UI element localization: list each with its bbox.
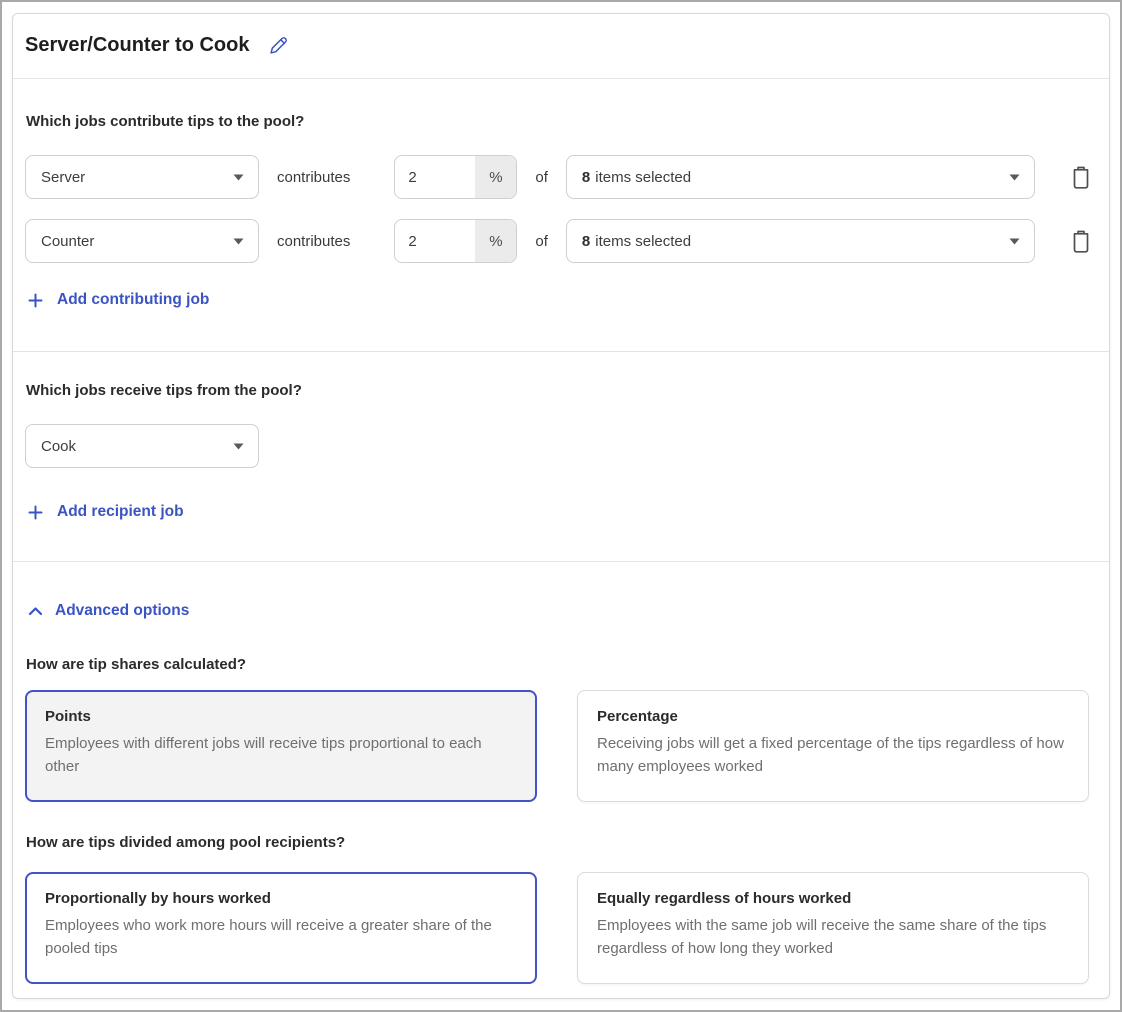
items-selected-value-1: 8items selected bbox=[582, 169, 691, 186]
option-description: Receiving jobs will get a fixed percenta… bbox=[597, 732, 1069, 779]
advanced-options-toggle[interactable]: Advanced options bbox=[28, 602, 189, 620]
of-label: of bbox=[535, 169, 548, 186]
option-description: Employees who work more hours will recei… bbox=[45, 914, 517, 961]
contribution-items-select-2[interactable]: 8items selected bbox=[566, 219, 1035, 263]
card-body: Which jobs contribute tips to the pool? … bbox=[13, 113, 1109, 998]
shares-question: How are tip shares calculated? bbox=[26, 656, 1097, 673]
add-contributing-job-label: Add contributing job bbox=[57, 291, 209, 309]
caret-down-icon bbox=[233, 443, 244, 450]
pencil-icon bbox=[268, 35, 289, 56]
caret-down-icon bbox=[1009, 174, 1020, 181]
option-title: Proportionally by hours worked bbox=[45, 890, 517, 907]
screenshot-frame: Server/Counter to Cook Which jobs contri… bbox=[0, 0, 1122, 1012]
option-card-percentage[interactable]: Percentage Receiving jobs will get a fix… bbox=[577, 690, 1089, 802]
plus-icon bbox=[28, 293, 43, 308]
add-contributing-job-button[interactable]: Add contributing job bbox=[28, 291, 209, 309]
trash-icon bbox=[1070, 229, 1092, 254]
division-option-grid: Proportionally by hours worked Employees… bbox=[25, 872, 1089, 984]
percent-suffix-1: % bbox=[475, 156, 516, 198]
card-header: Server/Counter to Cook bbox=[13, 14, 1109, 79]
contributing-job-value-1: Server bbox=[41, 169, 85, 186]
contribution-percent-input-1[interactable] bbox=[395, 156, 475, 198]
chevron-up-icon bbox=[28, 606, 43, 616]
division-question: How are tips divided among pool recipien… bbox=[26, 834, 1097, 851]
receive-question: Which jobs receive tips from the pool? bbox=[26, 382, 1097, 399]
contributes-label: contributes bbox=[277, 233, 350, 250]
delete-contributing-job-button-1[interactable] bbox=[1065, 160, 1097, 194]
contribution-percent-field-2: % bbox=[394, 219, 517, 263]
contributes-label: contributes bbox=[277, 169, 350, 186]
tip-pool-config-card: Server/Counter to Cook Which jobs contri… bbox=[12, 13, 1110, 999]
advanced-options-label: Advanced options bbox=[55, 602, 189, 620]
of-label: of bbox=[535, 233, 548, 250]
caret-down-icon bbox=[233, 238, 244, 245]
recipient-job-value: Cook bbox=[41, 438, 76, 455]
page-title: Server/Counter to Cook bbox=[25, 34, 249, 57]
items-selected-value-2: 8items selected bbox=[582, 233, 691, 250]
option-card-points[interactable]: Points Employees with different jobs wil… bbox=[25, 690, 537, 802]
shares-option-grid: Points Employees with different jobs wil… bbox=[25, 690, 1089, 802]
contribution-percent-input-2[interactable] bbox=[395, 220, 475, 262]
option-card-proportionally-by-hours[interactable]: Proportionally by hours worked Employees… bbox=[25, 872, 537, 984]
add-recipient-job-label: Add recipient job bbox=[57, 503, 184, 521]
option-title: Percentage bbox=[597, 708, 1069, 725]
percent-suffix-2: % bbox=[475, 220, 516, 262]
contributing-job-row-2: Counter contributes % of 8items selected bbox=[25, 219, 1097, 263]
contribute-question: Which jobs contribute tips to the pool? bbox=[26, 113, 1097, 130]
option-card-equally-regardless[interactable]: Equally regardless of hours worked Emplo… bbox=[577, 872, 1089, 984]
section-divider bbox=[13, 351, 1109, 352]
option-title: Equally regardless of hours worked bbox=[597, 890, 1069, 907]
option-title: Points bbox=[45, 708, 517, 725]
contributing-job-value-2: Counter bbox=[41, 233, 94, 250]
contributing-job-select-2[interactable]: Counter bbox=[25, 219, 259, 263]
trash-icon bbox=[1070, 165, 1092, 190]
option-description: Employees with different jobs will recei… bbox=[45, 732, 517, 779]
contributing-job-select-1[interactable]: Server bbox=[25, 155, 259, 199]
caret-down-icon bbox=[233, 174, 244, 181]
contribution-percent-field-1: % bbox=[394, 155, 517, 199]
contributing-job-row-1: Server contributes % of 8items selected bbox=[25, 155, 1097, 199]
delete-contributing-job-button-2[interactable] bbox=[1065, 224, 1097, 258]
plus-icon bbox=[28, 505, 43, 520]
add-recipient-job-button[interactable]: Add recipient job bbox=[28, 503, 184, 521]
caret-down-icon bbox=[1009, 238, 1020, 245]
section-divider bbox=[13, 561, 1109, 562]
recipient-job-select[interactable]: Cook bbox=[25, 424, 259, 468]
edit-pool-name-button[interactable] bbox=[268, 35, 289, 56]
option-description: Employees with the same job will receive… bbox=[597, 914, 1069, 961]
contribution-items-select-1[interactable]: 8items selected bbox=[566, 155, 1035, 199]
